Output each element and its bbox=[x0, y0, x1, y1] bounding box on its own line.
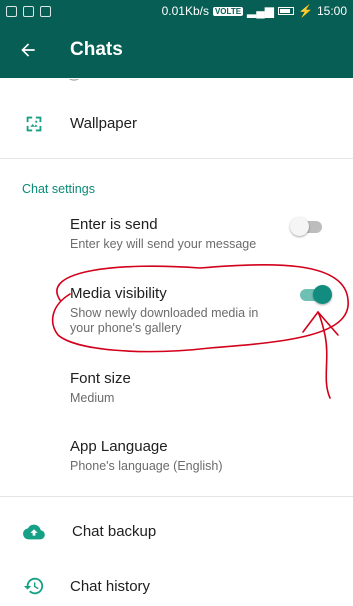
settings-item-label: Font size bbox=[70, 370, 131, 387]
settings-item-value: Medium bbox=[70, 391, 115, 405]
notification-icon bbox=[40, 5, 51, 17]
signal-icon: ▂▄▆ bbox=[247, 4, 275, 18]
app-bar: Chats bbox=[0, 22, 353, 78]
settings-item-value: Phone's language (English) bbox=[70, 459, 223, 473]
battery-icon bbox=[278, 7, 295, 15]
page-title: Chats bbox=[70, 39, 123, 60]
settings-item-label: Enter is send bbox=[70, 216, 158, 233]
toggle-thumb bbox=[313, 285, 332, 304]
settings-item-label: Chat history bbox=[70, 578, 151, 595]
settings-item-description: Enter key will send your message bbox=[70, 237, 257, 251]
settings-item-chat-history[interactable]: Chat history bbox=[0, 560, 353, 606]
enter-is-send-toggle[interactable] bbox=[290, 216, 324, 236]
wallpaper-icon bbox=[22, 112, 46, 136]
arrow-left-icon bbox=[21, 43, 35, 57]
clock: 15:00 bbox=[316, 4, 347, 18]
section-header-chat-settings: Chat settings bbox=[22, 182, 95, 196]
settings-item-wallpaper[interactable]: Wallpaper bbox=[0, 96, 353, 152]
divider bbox=[0, 158, 353, 159]
settings-item-label: Wallpaper bbox=[70, 115, 137, 132]
settings-item-label: Media visibility bbox=[70, 285, 167, 302]
network-speed: 0.01Kb/s bbox=[161, 4, 209, 18]
notification-icons bbox=[6, 5, 51, 17]
partial-item-top: ‿ bbox=[70, 70, 79, 81]
settings-item-enter-is-send[interactable]: Enter is send Enter key will send your m… bbox=[0, 206, 353, 264]
volte-badge: VOLTE bbox=[212, 6, 244, 16]
notification-icon bbox=[23, 5, 34, 17]
settings-item-font-size[interactable]: Font size Medium bbox=[0, 360, 353, 416]
back-button[interactable] bbox=[0, 22, 56, 78]
settings-item-label: App Language bbox=[70, 438, 168, 455]
notification-icon bbox=[6, 5, 17, 17]
media-visibility-toggle[interactable] bbox=[298, 284, 332, 304]
status-bar: 0.01Kb/s VOLTE ▂▄▆ ⚡ 15:00 bbox=[0, 0, 353, 22]
settings-item-chat-backup[interactable]: Chat backup bbox=[0, 506, 353, 558]
settings-item-label: Chat backup bbox=[72, 523, 157, 540]
history-icon bbox=[22, 574, 46, 598]
charging-icon: ⚡ bbox=[298, 4, 313, 18]
settings-item-description: Show newly downloaded media in bbox=[70, 306, 259, 320]
settings-item-description-line2: your phone's gallery bbox=[70, 321, 182, 335]
toggle-thumb bbox=[290, 217, 309, 236]
settings-item-media-visibility[interactable]: Media visibility Show newly downloaded m… bbox=[0, 276, 353, 348]
cloud-upload-icon bbox=[22, 520, 46, 544]
divider bbox=[0, 496, 353, 497]
status-right: 0.01Kb/s VOLTE ▂▄▆ ⚡ 15:00 bbox=[162, 4, 347, 18]
settings-item-app-language[interactable]: App Language Phone's language (English) bbox=[0, 428, 353, 484]
